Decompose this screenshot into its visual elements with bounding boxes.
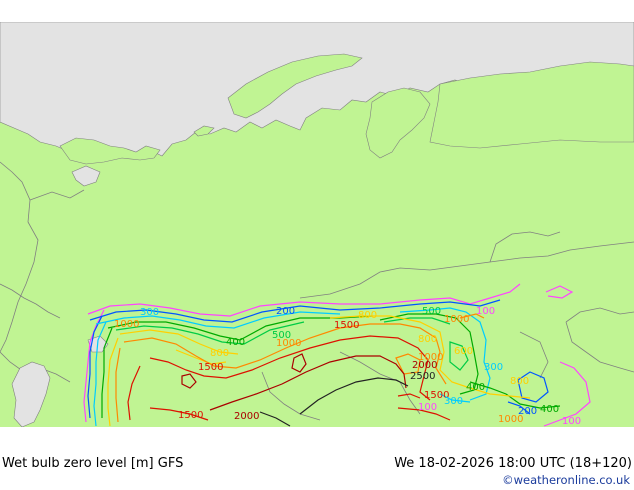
- contour-label: 300: [444, 396, 463, 407]
- contour-label: 500: [422, 306, 441, 317]
- weather-map: 300 1000 200 400 500 1000 800 1500 1500 …: [0, 22, 634, 427]
- contour-label: 1500: [198, 362, 223, 373]
- contour-label: 800: [358, 310, 377, 321]
- map-footer: Wet bulb zero level [m] GFS We 18-02-202…: [0, 427, 634, 490]
- contour-label: 1000: [498, 414, 523, 425]
- contour-label: 100: [476, 306, 495, 317]
- contour-label: 400: [466, 382, 485, 393]
- contour-label: 300: [140, 307, 159, 318]
- contour-label: 1500: [178, 410, 203, 421]
- contour-label: 2500: [410, 371, 435, 382]
- contour-label: 1000: [444, 314, 469, 325]
- contour-label: 100: [418, 402, 437, 413]
- contour-label: 100: [562, 416, 581, 427]
- contour-label: 800: [210, 348, 229, 359]
- contour-label: 600: [454, 346, 473, 357]
- contour-label: 300: [484, 362, 503, 373]
- top-margin: [0, 0, 634, 22]
- contour-label: 1500: [334, 320, 359, 331]
- contour-label: 400: [540, 404, 559, 415]
- contour-label: 1000: [276, 338, 301, 349]
- contour-label: 800: [418, 334, 437, 345]
- contour-label: 800: [510, 376, 529, 387]
- contour-label: 1000: [114, 319, 139, 330]
- contour-label: 2000: [412, 360, 437, 371]
- site-credit[interactable]: ©weatheronline.co.uk: [502, 473, 630, 487]
- valid-time: We 18-02-2026 18:00 UTC (18+120): [394, 456, 632, 471]
- map-title: Wet bulb zero level [m] GFS: [2, 456, 184, 471]
- contour-label: 400: [226, 337, 245, 348]
- contour-label: 200: [276, 306, 295, 317]
- contour-label: 2000: [234, 411, 259, 422]
